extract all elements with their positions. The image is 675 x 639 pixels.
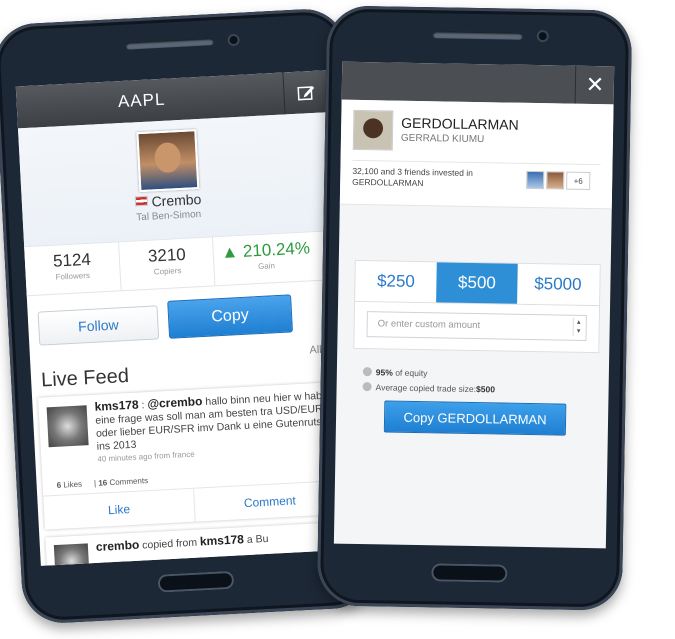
chevron-down-icon[interactable]: ▼ [576,328,582,334]
amount-selector: $250 $500 $5000 [354,259,601,307]
compose-button[interactable] [282,70,330,115]
filter-label: All [309,343,322,357]
amount-option-500[interactable]: $500 [436,262,518,304]
post-author[interactable]: kms178 [94,398,139,414]
post-thumbnail[interactable] [53,543,90,566]
trader-real-name: GERRALD KIUMU [400,132,485,146]
close-icon: ✕ [585,71,605,98]
compose-icon [297,85,315,101]
arrow-up-icon: ▲ [220,242,239,262]
amount-stepper[interactable]: ▲ ▼ [572,317,584,336]
avatar[interactable] [352,109,394,151]
post-body-suffix: a Bu [246,532,269,547]
flag-icon [134,195,148,207]
post-meta: 6 Likes | 16 Comments [56,476,149,490]
post-body: copied from [141,536,198,552]
more-friends-badge[interactable]: +6 [566,171,591,190]
custom-amount-input[interactable]: Or enter custom amount ▲ ▼ [366,311,587,341]
custom-amount-placeholder: Or enter custom amount [377,318,481,332]
feed-post: kms178 : @crembo hallo binn neu hier w h… [38,382,346,531]
gain-value: 210.24% [242,238,311,261]
stat-followers[interactable]: 5124 Followers [24,242,120,295]
post-mention[interactable]: kms178 [200,532,245,548]
comments-label: Comments [109,476,149,488]
chevron-up-icon[interactable]: ▲ [576,319,582,325]
feed-post: crembo copied from kms178 a Bu [45,521,348,566]
amount-option-5000[interactable]: $5000 [517,264,599,305]
speaker-grille [432,31,523,40]
equity-label: of equity [395,367,428,379]
follow-button[interactable]: Follow [37,305,160,346]
likes-label: Likes [63,479,83,490]
pie-icon [362,367,372,377]
left-screen: AAPL Crembo Tal Ben-Simon 5124 Followers… [15,70,353,566]
friend-avatar[interactable] [526,170,545,190]
stat-gain[interactable]: ▲ 210.24% Gain [211,231,320,286]
post-thumbnail[interactable] [46,405,89,448]
avg-label: Average copied trade size: [375,382,477,395]
modal-header: ✕ [341,61,615,105]
speaker-grille [125,38,214,50]
trader-name: GERDOLLARMAN [401,114,519,133]
profile-section: Crembo Tal Ben-Simon 5124 Followers 3210… [17,112,339,297]
front-camera [229,35,238,45]
comments-count: 16 [98,478,108,488]
front-camera [538,32,547,41]
post-text: crembo copied from kms178 a Bu [96,528,336,555]
invested-text: 32,100 and 3 friends invested in GERDOLL… [352,165,473,189]
like-button[interactable]: Like [43,489,195,531]
close-button[interactable]: ✕ [574,65,615,105]
avg-value: $500 [475,384,496,395]
gauge-icon [362,382,372,392]
amount-option-250[interactable]: $250 [355,261,437,302]
equity-value: 95% [375,367,393,378]
trader-header: GERDOLLARMAN GERRALD KIUMU 32,100 and 3 … [339,99,614,210]
stats-bar: 5124 Followers 3210 Copiers ▲ 210.24% Ga… [24,229,339,297]
feed-title: Live Feed [40,364,130,392]
equity-info: 95% of equity [362,367,428,379]
home-button[interactable] [431,563,508,583]
post-text: kms178 : @crembo hallo binn neu hier w h… [94,389,333,453]
username-text: Crembo [151,190,202,210]
copy-button[interactable]: Copy [167,294,294,339]
likes-count: 6 [56,480,62,490]
stat-copiers[interactable]: 3210 Copiers [118,237,216,291]
custom-amount-box: Or enter custom amount ▲ ▼ [353,301,601,354]
home-button[interactable] [157,570,235,593]
avg-trade-info: Average copied trade size:$500 [362,382,496,395]
post-author[interactable]: crembo [96,538,140,554]
divider [352,159,601,166]
copy-trader-button[interactable]: Copy GERDOLLARMAN [383,400,567,436]
page-title: AAPL [117,89,166,112]
friend-avatar[interactable] [546,171,565,190]
avatar[interactable] [136,129,200,193]
right-screen: ✕ GERDOLLARMAN GERRALD KIUMU 32,100 and … [333,61,615,549]
post-mention[interactable]: @crembo [147,394,203,411]
phone-right: ✕ GERDOLLARMAN GERRALD KIUMU 32,100 and … [316,5,633,611]
